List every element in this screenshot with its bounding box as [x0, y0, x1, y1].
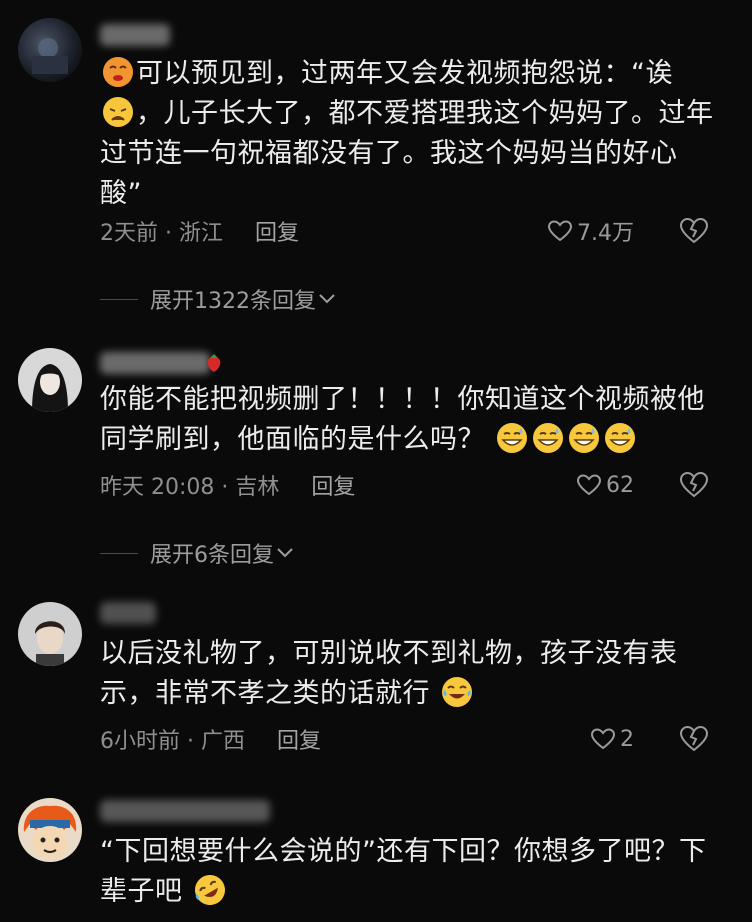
reply-button[interactable]: 回复 [255, 215, 299, 247]
username-blurred [100, 602, 156, 624]
like-button[interactable]: 7.4万 [547, 215, 634, 247]
grinning-sweat-emoji-icon [604, 422, 636, 454]
chevron-down-icon [277, 548, 293, 558]
like-count: 2 [620, 726, 634, 752]
kiss-face-emoji-icon [102, 56, 134, 88]
heart-icon [547, 220, 573, 242]
avatar[interactable] [18, 18, 82, 82]
time-location: 2天前 · 浙江 [100, 221, 223, 246]
tears-of-joy-emoji-icon [441, 676, 473, 708]
expand-replies-button[interactable]: 展开1322条回复 [100, 282, 336, 316]
dislike-heart-icon[interactable] [678, 215, 710, 247]
reply-button[interactable]: 回复 [277, 723, 321, 755]
divider [100, 298, 138, 300]
heart-icon [590, 728, 616, 750]
comment-meta: 6小时前 · 广西 回复 2 [100, 722, 732, 756]
like-count: 7.4万 [577, 221, 634, 246]
like-count: 62 [606, 472, 634, 498]
grinning-sweat-emoji-icon [496, 422, 528, 454]
username-blurred [100, 24, 170, 46]
time-location: 昨天 20:08 · 吉林 [100, 475, 280, 500]
avatar[interactable] [18, 348, 82, 412]
grinning-sweat-emoji-icon [568, 422, 600, 454]
weary-face-emoji-icon [102, 96, 134, 128]
comment-meta: 2天前 · 浙江 回复 7.4万 [100, 214, 732, 248]
expand-replies-button[interactable]: 展开6条回复 [100, 536, 294, 570]
avatar[interactable] [18, 798, 82, 862]
username-blurred [100, 352, 210, 374]
time-location: 6小时前 · 广西 [100, 729, 245, 754]
grinning-sweat-emoji-icon [532, 422, 564, 454]
strawberry-icon [207, 354, 221, 372]
avatar[interactable] [18, 602, 82, 666]
comment-meta: 昨天 20:08 · 吉林 回复 62 [100, 468, 732, 502]
reply-button[interactable]: 回复 [311, 469, 355, 501]
divider [100, 552, 138, 554]
chevron-down-icon [319, 294, 335, 304]
dislike-heart-icon[interactable] [678, 723, 710, 755]
like-button[interactable]: 62 [576, 473, 634, 498]
dislike-heart-icon[interactable] [678, 469, 710, 501]
expand-replies-label: 展开6条回复 [150, 543, 274, 568]
comment-text: 以后没礼物了，可别说收不到礼物，孩子没有表 示，非常不孝之类的话就行 [100, 638, 678, 709]
heart-icon [576, 474, 602, 496]
comment-text: 可以预见到，过两年又会发视频抱怨说：“诶 ，儿子长大了，都不爱搭理我这个妈妈了。… [100, 56, 714, 209]
like-button[interactable]: 2 [590, 727, 634, 752]
comment-text: 你能不能把视频删了！！！！你知道这个视频被他 同学刷到，他面临的是什么吗？ [100, 384, 705, 455]
comment-list: 可以预见到，过两年又会发视频抱怨说：“诶 ，儿子长大了，都不爱搭理我这个妈妈了。… [0, 0, 752, 922]
expand-replies-label: 展开1322条回复 [150, 289, 316, 314]
rolling-laughing-emoji-icon [194, 874, 226, 906]
comment-text: “下回想要什么会说的”还有下回？你想多了吧？下 辈子吧 [100, 832, 730, 912]
username-blurred [100, 800, 270, 822]
